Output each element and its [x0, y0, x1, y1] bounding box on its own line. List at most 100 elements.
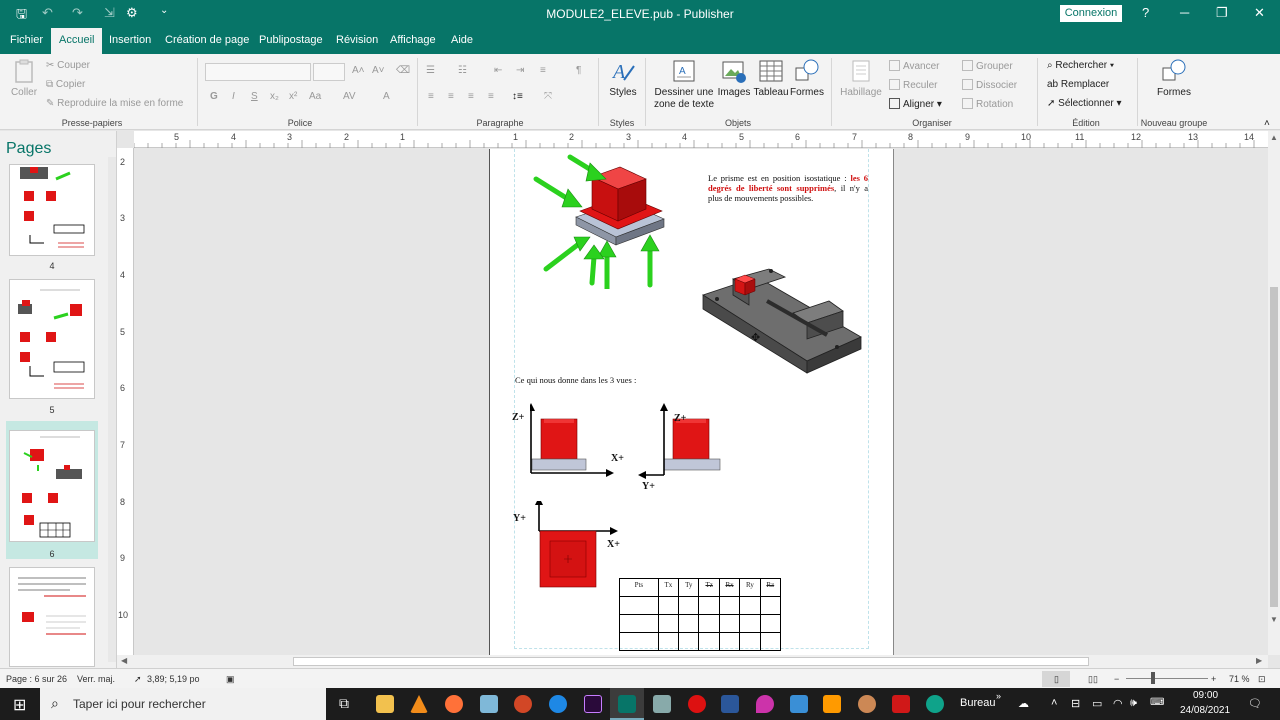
align-center-icon[interactable]: ≡ — [448, 91, 454, 102]
task-view-icon[interactable]: ⧉ — [339, 695, 349, 712]
font-color-icon[interactable]: A — [383, 91, 390, 102]
replace-button[interactable]: ab Remplacer — [1047, 79, 1109, 90]
line-spacing-icon[interactable]: ↕≡ — [512, 91, 523, 102]
help-button[interactable]: ? — [1142, 5, 1149, 20]
keyboard-icon[interactable]: ⌨ — [1150, 697, 1164, 708]
wrap-text-button[interactable]: Habillage — [838, 58, 884, 98]
change-case-button[interactable]: Aa — [309, 91, 321, 102]
app-icon[interactable] — [653, 695, 671, 713]
copy-button[interactable]: ⧉ Copier — [46, 79, 85, 90]
fit-page-icon[interactable]: ⊡ — [1258, 674, 1266, 685]
app-icon[interactable] — [790, 695, 808, 713]
collapse-ribbon-icon[interactable]: ˄ — [1264, 118, 1270, 129]
notification-icon[interactable]: 🗨 — [1248, 697, 1262, 710]
tab-fichier[interactable]: Fichier — [10, 34, 43, 46]
ungroup-button[interactable]: Dissocier — [962, 79, 1017, 91]
zoom-in-button[interactable]: + — [1211, 674, 1216, 684]
taskbar-search-box[interactable]: ⌕ Taper ici pour rechercher — [40, 688, 326, 720]
premiere-icon[interactable] — [584, 695, 602, 713]
app-icon[interactable] — [480, 695, 498, 713]
maximize-button[interactable]: ❐ — [1216, 5, 1228, 21]
app-icon[interactable] — [858, 695, 876, 713]
prism-with-arrows-image[interactable] — [532, 149, 672, 289]
send-backward-button[interactable]: Reculer — [889, 79, 937, 91]
onedrive-icon[interactable]: ☁ — [1018, 697, 1029, 710]
paragraph-settings-icon[interactable]: ⤧ — [544, 91, 552, 102]
images-button[interactable]: Images — [717, 58, 751, 98]
close-button[interactable]: ✕ — [1254, 5, 1265, 21]
illustrator-icon[interactable] — [823, 695, 841, 713]
columns-icon[interactable]: ≡ — [540, 65, 546, 76]
vise-image[interactable] — [697, 265, 867, 383]
clear-format-icon[interactable]: ⌫ — [396, 65, 410, 76]
tab-publipostage[interactable]: Publipostage — [259, 34, 323, 46]
clock-time[interactable]: 09:00 — [1193, 690, 1218, 701]
format-painter-button[interactable]: ✎ Reproduire la mise en forme — [46, 98, 183, 109]
bullets-icon[interactable]: ☰ — [426, 65, 435, 76]
shapes-button[interactable]: Formes — [790, 58, 824, 98]
dof-table[interactable]: Pts Tx Ty Tz Rx Ry Rz — [619, 578, 782, 651]
shrink-font-icon[interactable]: A˅ — [372, 65, 385, 76]
select-button[interactable]: ➚ Sélectionner ▾ — [1047, 98, 1122, 109]
zoom-slider-track[interactable] — [1126, 678, 1208, 679]
italic-button[interactable]: I — [232, 91, 235, 102]
zoom-slider-thumb[interactable] — [1151, 672, 1155, 684]
cut-button[interactable]: ✂ Couper — [46, 60, 90, 71]
tab-revision[interactable]: Révision — [336, 34, 378, 46]
decrease-indent-icon[interactable]: ⇤ — [494, 65, 502, 76]
scroll-right-icon[interactable]: ▶ — [1256, 656, 1262, 665]
two-page-view-button[interactable]: ▯▯ — [1088, 674, 1098, 685]
find-button[interactable]: ⌕ Rechercher ▾ — [1047, 60, 1114, 71]
teamviewer-icon[interactable] — [549, 695, 567, 713]
justify-icon[interactable]: ≡ — [488, 91, 494, 102]
align-button[interactable]: Aligner ▾ — [889, 98, 942, 110]
page-thumbnail-4[interactable] — [9, 164, 95, 256]
styles-button[interactable]: A Styles — [606, 58, 640, 98]
word-icon[interactable] — [721, 695, 739, 713]
new-group-shapes-button[interactable]: Formes — [1152, 58, 1196, 98]
page-thumbnail-6[interactable] — [9, 430, 95, 542]
tab-insertion[interactable]: Insertion — [109, 34, 151, 46]
powerpoint-icon[interactable] — [514, 695, 532, 713]
bureau-toolbar[interactable]: Bureau — [960, 697, 995, 709]
page-indicator[interactable]: Page : 6 sur 26 — [6, 674, 67, 684]
bring-forward-button[interactable]: Avancer — [889, 60, 940, 72]
vertical-scrollbar[interactable]: ▲ ▼ — [1268, 131, 1280, 655]
connexion-button[interactable]: Connexion — [1060, 5, 1122, 22]
network-icon[interactable]: ⊟ — [1071, 697, 1080, 710]
pilcrow-button[interactable]: ¶ — [576, 65, 581, 76]
pages-scrollbar[interactable] — [108, 157, 116, 662]
solidworks-icon[interactable] — [892, 695, 910, 713]
vlc-icon[interactable] — [410, 695, 428, 713]
minimize-button[interactable]: ─ — [1180, 5, 1189, 20]
document-page[interactable]: Le prisme est en position isostatique : … — [490, 149, 894, 655]
rotate-button[interactable]: Rotation — [962, 98, 1013, 110]
chevron-icon[interactable]: » — [996, 691, 1001, 701]
firefox-icon[interactable] — [445, 695, 463, 713]
font-name-combo[interactable] — [205, 63, 311, 81]
bold-button[interactable]: G — [210, 91, 218, 102]
tab-accueil[interactable]: Accueil — [51, 28, 103, 54]
superscript-button[interactable]: x² — [289, 91, 297, 102]
paste-button[interactable]: Coller — [8, 58, 40, 98]
grow-font-icon[interactable]: A˄ — [352, 65, 365, 76]
scroll-up-icon[interactable]: ▲ — [1270, 133, 1278, 142]
battery-icon[interactable]: ▭ — [1092, 697, 1102, 710]
increase-indent-icon[interactable]: ⇥ — [516, 65, 524, 76]
page-thumbnail-7[interactable] — [9, 567, 95, 667]
tab-aide[interactable]: Aide — [451, 34, 473, 46]
subscript-button[interactable]: x₂ — [270, 91, 279, 102]
clock-date[interactable]: 24/08/2021 — [1180, 705, 1230, 716]
windows-start-icon[interactable]: ⊞ — [13, 695, 26, 715]
underline-button[interactable]: S — [251, 91, 258, 102]
numbering-icon[interactable]: ☷ — [458, 65, 467, 76]
font-size-combo[interactable] — [313, 63, 345, 81]
align-left-icon[interactable]: ≡ — [428, 91, 434, 102]
edge-icon[interactable] — [926, 695, 944, 713]
draw-textbox-button[interactable]: A Dessiner une zone de texte — [652, 58, 716, 111]
tab-creation-de-page[interactable]: Création de page — [165, 34, 249, 46]
scroll-down-icon[interactable]: ▼ — [1270, 615, 1278, 624]
zoom-out-button[interactable]: − — [1114, 674, 1119, 684]
scroll-thumb[interactable] — [293, 657, 1089, 666]
page-thumbnail-5[interactable] — [9, 279, 95, 399]
